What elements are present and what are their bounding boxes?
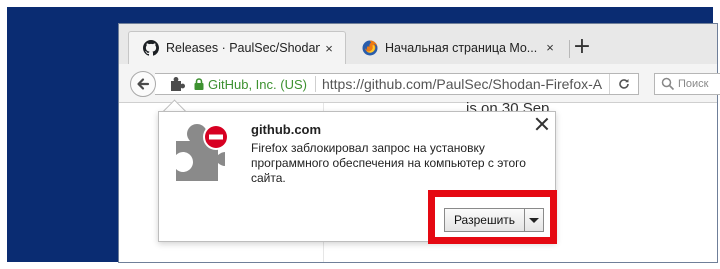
tab-strip: Releases · PaulSec/Shodan... × Начальная… <box>119 24 717 64</box>
search-icon <box>661 77 675 91</box>
tab-close-icon[interactable]: × <box>541 40 559 55</box>
arrow-left-icon <box>137 78 150 90</box>
allow-dropdown-button[interactable] <box>524 208 544 232</box>
close-icon[interactable] <box>535 117 549 131</box>
firefox-icon <box>362 40 378 55</box>
allow-button-group: Разрешить <box>444 208 544 232</box>
tab-start-page[interactable]: Начальная страница Mo... × <box>348 31 566 64</box>
github-icon <box>143 40 159 56</box>
lock-icon <box>194 78 204 90</box>
allow-button[interactable]: Разрешить <box>444 208 524 232</box>
reload-button[interactable] <box>609 74 638 94</box>
addon-blocked-icon <box>176 124 229 181</box>
new-tab-button[interactable]: + <box>568 34 596 62</box>
site-identity[interactable]: GitHub, Inc. (US) <box>208 77 307 92</box>
doorhanger-title: github.com <box>251 122 322 137</box>
tab-close-icon[interactable]: × <box>320 41 338 56</box>
chevron-down-icon <box>529 217 539 223</box>
allow-button-label: Разрешить <box>453 213 516 227</box>
tab-releases[interactable]: Releases · PaulSec/Shodan... × <box>128 31 346 64</box>
doorhanger-message: Firefox заблокировал запрос на установку… <box>251 141 526 185</box>
search-bar[interactable]: Поиск <box>654 73 720 95</box>
url-bar[interactable]: GitHub, Inc. (US) https://github.com/Pau… <box>155 73 639 95</box>
url-text[interactable]: https://github.com/PaulSec/Shodan-Firefo… <box>322 76 609 92</box>
tab-label: Releases · PaulSec/Shodan... <box>166 41 320 55</box>
screenshot-frame: Releases · PaulSec/Shodan... × Начальная… <box>0 0 720 269</box>
tab-label: Начальная страница Mo... <box>385 40 538 55</box>
addon-puzzle-icon[interactable] <box>169 76 185 92</box>
back-button[interactable] <box>130 71 156 97</box>
url-separator <box>314 76 316 92</box>
search-placeholder: Поиск <box>678 78 709 90</box>
reload-icon <box>619 79 629 89</box>
navigation-toolbar: GitHub, Inc. (US) https://github.com/Pau… <box>119 64 720 103</box>
